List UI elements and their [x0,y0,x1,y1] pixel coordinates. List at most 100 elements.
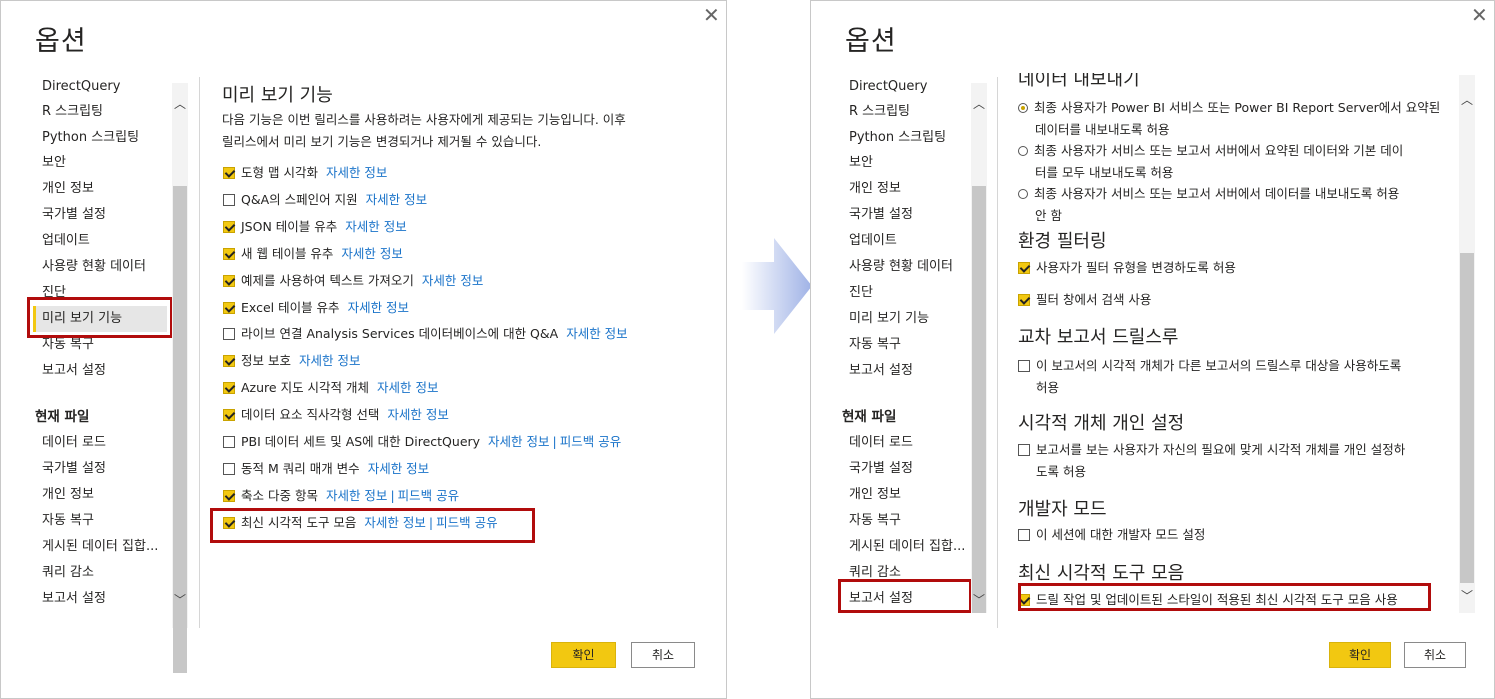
checkbox[interactable] [223,382,235,394]
nav-item[interactable]: 국가별 설정 [849,461,913,477]
nav-item[interactable]: 자동 복구 [849,513,901,529]
dev-mode-option[interactable]: 이 세션에 대한 개발자 모드 설정 [1018,526,1205,544]
feature-row[interactable]: PBI 데이터 세트 및 AS에 대한 DirectQuery 자세한 정보 | 피드… [223,433,621,451]
checkbox[interactable] [223,463,235,475]
feature-row[interactable]: Excel 테이블 유추 자세한 정보 [223,299,409,317]
checkbox[interactable] [223,409,235,421]
checkbox[interactable] [223,328,235,340]
radio-button[interactable] [1018,146,1028,156]
checkbox[interactable] [223,436,235,448]
nav-item[interactable]: 보안 [849,155,873,171]
feature-row[interactable]: 정보 보호 자세한 정보 [223,352,360,370]
feature-row[interactable]: 데이터 요소 직사각형 선택 자세한 정보 [223,406,449,424]
cancel-button[interactable]: 취소 [1404,642,1466,668]
nav-item[interactable]: Python 스크립팅 [849,130,946,146]
feedback-link[interactable]: 피드백 공유 [560,434,621,449]
filter-option[interactable]: 사용자가 필터 유형을 변경하도록 허용 [1018,259,1236,277]
chevron-up-icon[interactable]: ︿ [1459,93,1475,107]
checkbox[interactable] [223,248,235,260]
filter-option[interactable]: 필터 창에서 검색 사용 [1018,291,1151,309]
feature-row[interactable]: Q&A의 스페인어 지원 자세한 정보 [223,191,427,209]
nav-item[interactable]: R 스크립팅 [849,104,910,120]
nav-item[interactable]: 개인 정보 [42,181,94,197]
nav-item[interactable]: 보안 [42,155,66,171]
learn-more-link[interactable]: 자세한 정보 [422,273,483,288]
nav-item[interactable]: 미리 보기 기능 [849,311,929,327]
export-option[interactable]: 최종 사용자가 서비스 또는 보고서 서버에서 요약된 데이터와 기본 데이 터를… [1018,140,1403,184]
nav-scrollbar[interactable]: ︿ ﹀ [971,83,987,613]
feature-row[interactable]: 새 웹 테이블 유추 자세한 정보 [223,245,403,263]
learn-more-link[interactable]: 자세한 정보 [326,488,387,503]
learn-more-link[interactable]: 자세한 정보 [366,192,427,207]
radio-button[interactable] [1018,189,1028,199]
personalize-option[interactable]: 보고서를 보는 사용자가 자신의 필요에 맞게 시각적 개체를 개인 설정하 도… [1018,439,1405,483]
nav-scrollbar[interactable]: ︿ ﹀ [172,83,188,673]
learn-more-link[interactable]: 자세한 정보 [341,246,402,261]
nav-item[interactable]: 국가별 설정 [849,207,913,223]
nav-item[interactable]: 자동 복구 [42,337,94,353]
checkbox[interactable] [1018,444,1030,456]
nav-item[interactable]: 개인 정보 [849,181,901,197]
export-option[interactable]: 최종 사용자가 서비스 또는 보고서 서버에서 데이터를 내보내도록 허용 안 함 [1018,183,1399,227]
learn-more-link[interactable]: 자세한 정보 [348,300,409,315]
checkbox[interactable] [1018,294,1030,306]
checkbox[interactable] [223,194,235,206]
nav-item[interactable]: 사용량 현황 데이터 [849,259,953,275]
feature-row[interactable]: 동적 M 쿼리 매개 변수 자세한 정보 [223,460,429,478]
nav-item[interactable]: 보고서 설정 [42,363,106,379]
checkbox[interactable] [1018,360,1030,372]
nav-item[interactable]: Python 스크립팅 [42,130,139,146]
feedback-link[interactable]: 피드백 공유 [398,488,459,503]
checkbox[interactable] [1018,529,1030,541]
chevron-down-icon[interactable]: ﹀ [971,593,987,607]
radio-button[interactable] [1018,103,1028,113]
scrollbar-thumb[interactable] [1460,253,1474,583]
learn-more-link[interactable]: 자세한 정보 [326,165,387,180]
nav-item[interactable]: 국가별 설정 [42,207,106,223]
feature-row[interactable]: 도형 맵 시각화 자세한 정보 [223,164,387,182]
nav-item[interactable]: 보고서 설정 [42,591,106,607]
learn-more-link[interactable]: 자세한 정보 [488,434,549,449]
learn-more-link[interactable]: 자세한 정보 [368,461,429,476]
learn-more-link[interactable]: 자세한 정보 [345,219,406,234]
scrollbar-thumb[interactable] [972,186,986,613]
learn-more-link[interactable]: 자세한 정보 [566,326,627,341]
drillthrough-option[interactable]: 이 보고서의 시각적 개체가 다른 보고서의 드릴스루 대상을 사용하도록 허용 [1018,355,1401,399]
nav-item[interactable]: 업데이트 [849,233,897,249]
learn-more-link[interactable]: 자세한 정보 [299,353,360,368]
checkbox[interactable] [223,490,235,502]
nav-item[interactable]: DirectQuery [42,79,120,95]
chevron-up-icon[interactable]: ︿ [971,97,987,111]
chevron-down-icon[interactable]: ﹀ [1459,589,1475,603]
nav-item[interactable]: 업데이트 [42,233,90,249]
feature-row[interactable]: 라이브 연결 Analysis Services 데이터베이스에 대한 Q&A 자… [223,325,628,343]
nav-item[interactable]: 보고서 설정 [849,363,913,379]
cancel-button[interactable]: 취소 [631,642,695,668]
nav-item[interactable]: 사용량 현황 데이터 [42,259,146,275]
nav-item[interactable]: 개인 정보 [42,487,94,503]
checkbox[interactable] [1018,262,1030,274]
checkbox[interactable] [223,167,235,179]
feature-row[interactable]: Azure 지도 시각적 개체 자세한 정보 [223,379,439,397]
learn-more-link[interactable]: 자세한 정보 [377,380,438,395]
close-icon[interactable]: ✕ [703,5,720,25]
feature-row[interactable]: JSON 테이블 유추 자세한 정보 [223,218,407,236]
nav-item[interactable]: 데이터 로드 [42,435,106,451]
nav-item[interactable]: 데이터 로드 [849,435,913,451]
nav-item[interactable]: DirectQuery [849,79,927,95]
ok-button[interactable]: 확인 [1329,642,1391,668]
nav-item[interactable]: R 스크립팅 [42,104,103,120]
checkbox[interactable] [223,302,235,314]
close-icon[interactable]: ✕ [1471,5,1488,25]
checkbox[interactable] [223,275,235,287]
nav-item[interactable]: 자동 복구 [42,513,94,529]
content-scrollbar[interactable]: ︿ ﹀ [1459,75,1475,613]
checkbox[interactable] [223,221,235,233]
nav-item[interactable]: 쿼리 감소 [42,565,94,581]
nav-item[interactable]: 개인 정보 [849,487,901,503]
learn-more-link[interactable]: 자세한 정보 [387,407,448,422]
feature-row[interactable]: 축소 다중 항목 자세한 정보 | 피드백 공유 [223,487,459,505]
nav-item[interactable]: 자동 복구 [849,337,901,353]
feature-row[interactable]: 예제를 사용하여 텍스트 가져오기 자세한 정보 [223,272,483,290]
export-option[interactable]: 최종 사용자가 Power BI 서비스 또는 Power BI Report … [1018,97,1440,141]
